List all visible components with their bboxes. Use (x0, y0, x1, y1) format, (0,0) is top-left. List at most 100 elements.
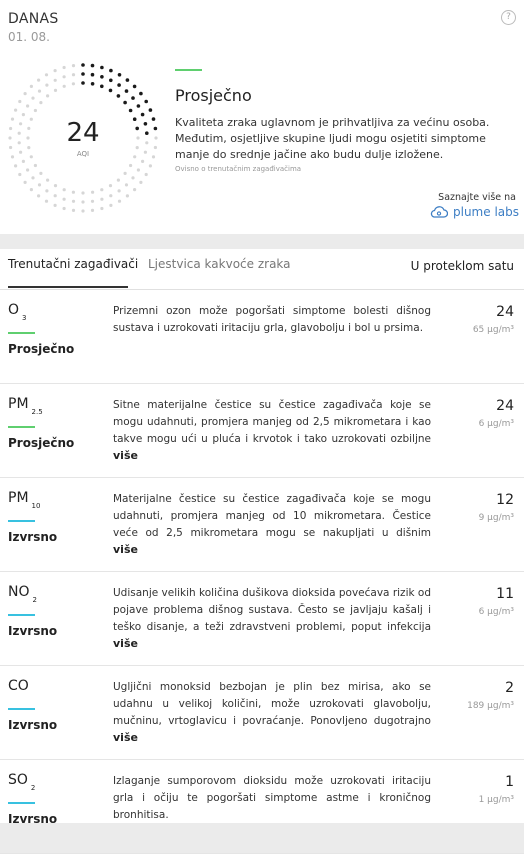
gauge-dot (71, 190, 75, 194)
card-title: DANAS (8, 11, 59, 27)
pollutant-value: 1 (505, 774, 514, 790)
gauge-dot (71, 199, 76, 203)
gauge-dot (14, 164, 18, 168)
pollutant-concentration: 1 µg/m³ (478, 795, 514, 805)
pollutant-value: 24 (496, 304, 514, 320)
tab-air-quality-scale[interactable]: Ljestvica kakvoće zraka (148, 257, 291, 271)
gauge-dot-filled (131, 96, 135, 100)
gauge-dot-filled (132, 117, 137, 121)
plume-labs-link[interactable]: plume labs (430, 205, 519, 219)
gauge-dot (39, 171, 43, 175)
gauge-dot (19, 150, 23, 154)
pollutant-row[interactable]: NO 2 Izvrsno Udisanje velikih količina du… (0, 572, 524, 666)
active-tab-underline (8, 286, 128, 288)
gauge-dot (90, 199, 95, 203)
gauge-dot-filled (144, 99, 148, 104)
gauge-dot (151, 155, 156, 159)
gauge-dot-filled (81, 63, 85, 67)
gauge-dot-filled (145, 131, 149, 135)
gauge-dot (10, 117, 15, 121)
gauge-dot (18, 99, 22, 104)
gauge-dot-filled (90, 63, 95, 68)
gauge-dot (145, 141, 149, 145)
today-card: DANAS 01. 08. ? 24 AQI Prosječno Kvalite… (0, 0, 524, 234)
pollutant-level-bar (8, 614, 35, 616)
gauge-dot (14, 108, 18, 112)
pollutant-symbol: CO (8, 678, 29, 694)
pollutant-symbol: NO (8, 584, 30, 600)
more-link[interactable]: više (113, 449, 138, 462)
gauge-dot (100, 188, 104, 192)
cloud-icon (430, 206, 448, 218)
gauge-dot-filled (108, 88, 113, 93)
learn-more-text: Saznajte više na (438, 192, 516, 203)
gauge-dot (29, 155, 33, 159)
pollutant-level-bar (8, 708, 35, 710)
gauge-dot-filled (116, 94, 121, 98)
gauge-dot (116, 178, 120, 182)
gauge-dot (46, 94, 50, 98)
gauge-dot (71, 208, 76, 212)
pollutant-row[interactable]: O3 Prosječno Prizemni ozon može pogoršat… (0, 290, 524, 384)
aqi-unit: AQI (76, 150, 90, 158)
pollutant-level-bar (8, 332, 35, 334)
tab-current-pollutants[interactable]: Trenutačni zagađivači (8, 257, 138, 271)
pollutant-symbol: O (8, 302, 20, 318)
card-date: 01. 08. (8, 30, 50, 44)
gauge-dot (81, 200, 85, 204)
gauge-dot (108, 184, 113, 188)
pollutant-description: Udisanje velikih količina dušikova dioks… (113, 587, 431, 633)
gauge-dot (31, 96, 35, 100)
gauge-dot-filled (140, 112, 145, 117)
gauge-dot (29, 84, 33, 88)
help-icon[interactable]: ? (501, 10, 516, 25)
gauge-dot (71, 64, 76, 68)
gauge-dot (100, 197, 104, 201)
gauge-dot (10, 155, 15, 159)
pollutant-status: Prosječno (8, 436, 75, 450)
pollutant-concentration: 65 µg/m³ (472, 325, 514, 335)
gauge-dot (144, 172, 148, 177)
pollutant-row[interactable]: SO 2 Izvrsno Izlaganje sumporovom dioksid… (0, 760, 524, 854)
gauge-dot (23, 180, 27, 184)
gauge-dot (136, 168, 140, 172)
gauge-dot-filled (109, 78, 113, 83)
gauge-dot (37, 183, 42, 187)
gauge-dot (29, 188, 33, 192)
pollutant-row[interactable]: CO Izvrsno Ugljični monoksid bezbojan je… (0, 666, 524, 760)
pollutant-symbol: PM (8, 396, 29, 412)
gauge-dot (26, 168, 30, 172)
gauge-dot-filled (136, 104, 141, 108)
pollutant-value: 11 (496, 586, 514, 602)
gauge-dot (71, 82, 75, 86)
gauge-dot (33, 163, 38, 168)
gauge-dot (53, 69, 57, 73)
pollutant-description: Materijalne čestice su čestice zagađivač… (113, 493, 431, 539)
more-link[interactable]: više (113, 543, 138, 556)
pollutant-status: Prosječno (8, 342, 75, 356)
pollutant-row[interactable]: PM 2.5 Prosječno Sitne materijalne čestic… (0, 384, 524, 478)
gauge-dot (129, 163, 133, 168)
pollutant-concentration: 189 µg/m³ (467, 701, 514, 711)
more-link[interactable]: više (113, 637, 138, 650)
gauge-dot (45, 83, 49, 87)
gauge-dot (117, 199, 122, 203)
more-link[interactable]: više (113, 731, 138, 744)
gauge-dot-filled (148, 108, 153, 112)
gauge-dot (53, 184, 58, 188)
pollutant-value: 12 (496, 492, 514, 508)
gauge-dot (109, 203, 113, 207)
gauge-dot (37, 194, 41, 198)
pollutant-level-bar (8, 802, 35, 804)
pollutant-status: Izvrsno (8, 718, 58, 732)
gauge-dot-filled (125, 78, 130, 82)
gauge-dot (62, 75, 66, 79)
pollutant-row[interactable]: PM 10 Izvrsno Materijalne čestice su čest… (0, 478, 524, 572)
gauge-dot (133, 188, 137, 192)
gauge-dot (109, 194, 113, 198)
gauge-dot-filled (90, 72, 95, 77)
gauge-dot-filled (123, 100, 127, 105)
gauge-dot (8, 136, 12, 140)
gauge-dot (44, 199, 49, 203)
pollutant-subscript: 2 (30, 784, 36, 792)
